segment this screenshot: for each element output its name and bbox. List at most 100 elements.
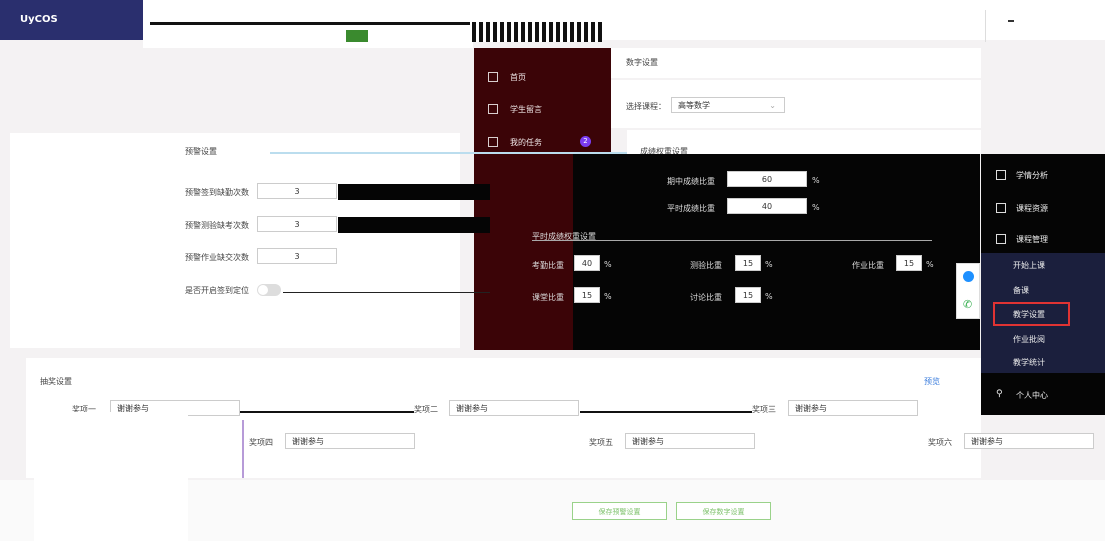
glitch-overlay xyxy=(34,412,188,541)
save-settings-button[interactable]: 保存数字设置 xyxy=(676,502,771,520)
course-bar xyxy=(611,80,981,128)
attendance-input[interactable]: 40 xyxy=(574,255,600,271)
midterm-label: 期中成绩比重 xyxy=(667,177,715,186)
sidebar-item-messages[interactable]: 学生留言 xyxy=(488,100,608,122)
menu-item-resources[interactable]: 课程资源 xyxy=(996,201,1096,217)
usual-input[interactable]: 40 xyxy=(727,198,807,214)
test-input[interactable]: 15 xyxy=(735,255,761,271)
header-glitch-block xyxy=(472,22,602,42)
chart-icon xyxy=(996,170,1006,180)
prize-label-3: 奖项三 xyxy=(752,405,776,414)
title-bar xyxy=(611,48,981,78)
midterm-input[interactable]: 60 xyxy=(727,171,807,187)
menu-item-analysis[interactable]: 学情分析 xyxy=(996,168,1096,184)
prize-label-2: 奖项二 xyxy=(414,405,438,414)
warning-title: 预警设置 xyxy=(185,147,217,156)
user-icon: ⚲ xyxy=(996,389,1003,399)
signin-location-label: 是否开启签到定位 xyxy=(185,286,249,295)
header-green-block xyxy=(346,30,368,42)
divider-line xyxy=(242,420,244,478)
sidebar-item-label: 学生留言 xyxy=(510,105,542,114)
class-label: 课堂比重 xyxy=(532,293,564,302)
header-glitch-line xyxy=(150,22,470,25)
homework-label: 作业比重 xyxy=(852,261,884,270)
app-logo: UyCOS xyxy=(20,14,58,25)
glitch-bar xyxy=(338,217,490,233)
glitch-bar xyxy=(338,184,490,200)
usual-label: 平时成绩比重 xyxy=(667,204,715,213)
prize-input-6[interactable]: 谢谢参与 xyxy=(964,433,1094,449)
preview-link[interactable]: 预览 xyxy=(924,376,940,387)
logo-area: UyCOS xyxy=(0,0,143,40)
message-icon xyxy=(488,104,498,114)
discussion-input[interactable]: 15 xyxy=(735,287,761,303)
glitch-line xyxy=(283,292,493,293)
task-badge: 2 xyxy=(580,136,591,147)
toggle-knob xyxy=(258,285,268,295)
discussion-label: 讨论比重 xyxy=(690,293,722,302)
submenu-item-grading[interactable]: 作业批阅 xyxy=(1013,334,1045,345)
attendance-label: 考勤比重 xyxy=(532,261,564,270)
sidebar-item-label: 我的任务 xyxy=(510,138,542,147)
warning-label-signin: 预警签到缺勤次数 xyxy=(185,188,249,197)
submenu-item-start-class[interactable]: 开始上课 xyxy=(1013,260,1045,271)
score-panel-left xyxy=(490,154,573,350)
course-select-value: 高等数学 xyxy=(678,101,710,110)
submenu-item-statistics[interactable]: 教学统计 xyxy=(1013,357,1045,368)
course-select[interactable]: 高等数学 ⌄ xyxy=(671,97,785,113)
glitch-line xyxy=(580,411,752,413)
home-icon xyxy=(488,72,498,82)
book-icon xyxy=(996,234,1006,244)
warning-input-homework[interactable]: 3 xyxy=(257,248,337,264)
prize-input-3[interactable]: 谢谢参与 xyxy=(788,400,918,416)
page-title: 数字设置 xyxy=(626,58,658,67)
percent-unit: % xyxy=(765,260,773,269)
signin-location-toggle[interactable] xyxy=(257,284,281,296)
divider-line xyxy=(532,240,932,241)
glitch-line xyxy=(240,411,414,413)
prize-input-5[interactable]: 谢谢参与 xyxy=(625,433,755,449)
float-contact-bar: ✆ xyxy=(956,263,980,319)
sidebar-item-home[interactable]: 首页 xyxy=(488,68,608,90)
menu-item-user-center[interactable]: ⚲ 个人中心 xyxy=(996,389,1096,403)
percent-unit: % xyxy=(765,292,773,301)
menu-item-label: 学情分析 xyxy=(1016,171,1048,180)
percent-unit: % xyxy=(812,176,820,185)
chevron-down-icon: ⌄ xyxy=(769,101,776,110)
header-gap xyxy=(143,40,473,48)
task-icon xyxy=(488,137,498,147)
menu-item-label: 个人中心 xyxy=(1016,391,1048,400)
warning-panel xyxy=(10,133,460,348)
warning-label-homework: 预警作业缺交次数 xyxy=(185,253,249,262)
warning-input-signin[interactable]: 3 xyxy=(257,183,337,199)
percent-unit: % xyxy=(926,260,934,269)
sidebar-item-label: 首页 xyxy=(510,73,526,82)
prize-label-6: 奖项六 xyxy=(928,438,952,447)
prize-input-4[interactable]: 谢谢参与 xyxy=(285,433,415,449)
submenu-item-label: 教学设置 xyxy=(1013,310,1045,319)
save-warning-button[interactable]: 保存预警设置 xyxy=(572,502,667,520)
course-select-label: 选择课程： xyxy=(626,102,666,111)
prize-input-2[interactable]: 谢谢参与 xyxy=(449,400,579,416)
warning-input-test[interactable]: 3 xyxy=(257,216,337,232)
phone-icon[interactable]: ✆ xyxy=(963,298,972,311)
percent-unit: % xyxy=(604,260,612,269)
menu-item-label: 课程资源 xyxy=(1016,204,1048,213)
qq-icon[interactable] xyxy=(963,271,974,282)
header-user-area[interactable] xyxy=(985,10,1105,42)
submenu-item-prepare[interactable]: 备课 xyxy=(1013,285,1029,296)
folder-icon xyxy=(996,203,1006,213)
test-label: 测验比重 xyxy=(690,261,722,270)
class-input[interactable]: 15 xyxy=(574,287,600,303)
minus-icon xyxy=(1008,20,1014,22)
submenu-item-teaching-settings[interactable]: 教学设置 xyxy=(993,302,1070,326)
menu-item-label: 课程管理 xyxy=(1016,235,1048,244)
percent-unit: % xyxy=(604,292,612,301)
homework-input[interactable]: 15 xyxy=(896,255,922,271)
warning-label-test: 预警测验缺考次数 xyxy=(185,221,249,230)
menu-item-course[interactable]: 课程管理 xyxy=(996,232,1096,248)
prize-label-4: 奖项四 xyxy=(249,438,273,447)
prize-label-5: 奖项五 xyxy=(589,438,613,447)
percent-unit: % xyxy=(812,203,820,212)
lottery-title: 抽奖设置 xyxy=(40,377,72,386)
